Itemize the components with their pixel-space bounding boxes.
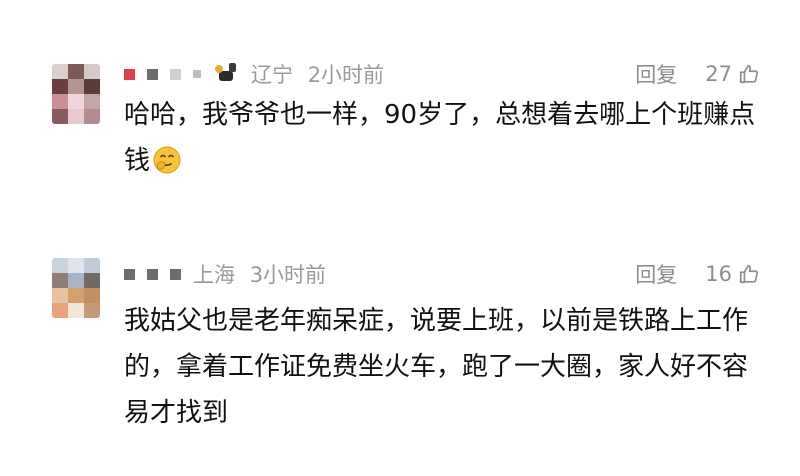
- user-badge-icon: [213, 61, 239, 87]
- comment-item: 辽宁 2小时前 回复 27 哈哈，我爷爷也一样，90岁了，总想着去哪上个班赚点钱: [0, 0, 800, 230]
- thumbs-up-icon: [739, 64, 759, 84]
- comment-meta: 上海 3小时前: [124, 260, 326, 288]
- like-count: 27: [705, 62, 732, 86]
- like-button[interactable]: 27: [705, 62, 760, 86]
- username-obscured[interactable]: [124, 61, 239, 87]
- like-count: 16: [705, 262, 732, 286]
- avatar[interactable]: [52, 64, 100, 124]
- username-obscured[interactable]: [124, 268, 181, 280]
- location-label: 辽宁: [251, 63, 293, 87]
- thinking-face-emoji-icon: [153, 146, 181, 174]
- reply-button[interactable]: 回复: [635, 259, 677, 289]
- like-button[interactable]: 16: [705, 262, 760, 286]
- location-label: 上海: [193, 263, 235, 287]
- timestamp: 3小时前: [249, 263, 327, 287]
- comment-actions: 回复 16: [635, 260, 760, 288]
- timestamp: 2小时前: [307, 63, 385, 87]
- comment-text: 哈哈，我爷爷也一样，90岁了，总想着去哪上个班赚点钱: [124, 100, 756, 176]
- reply-button[interactable]: 回复: [635, 59, 677, 89]
- comment-meta: 辽宁 2小时前: [124, 60, 384, 88]
- avatar[interactable]: [52, 258, 100, 318]
- comment-actions: 回复 27: [635, 60, 760, 88]
- comment-item: 上海 3小时前 回复 16 我姑父也是老年痴呆症，说要上班，以前是铁路上工作的，…: [0, 230, 800, 476]
- comment-text: 我姑父也是老年痴呆症，说要上班，以前是铁路上工作的，拿着工作证免费坐火车，跑了一…: [124, 306, 749, 428]
- thumbs-up-icon: [739, 264, 759, 284]
